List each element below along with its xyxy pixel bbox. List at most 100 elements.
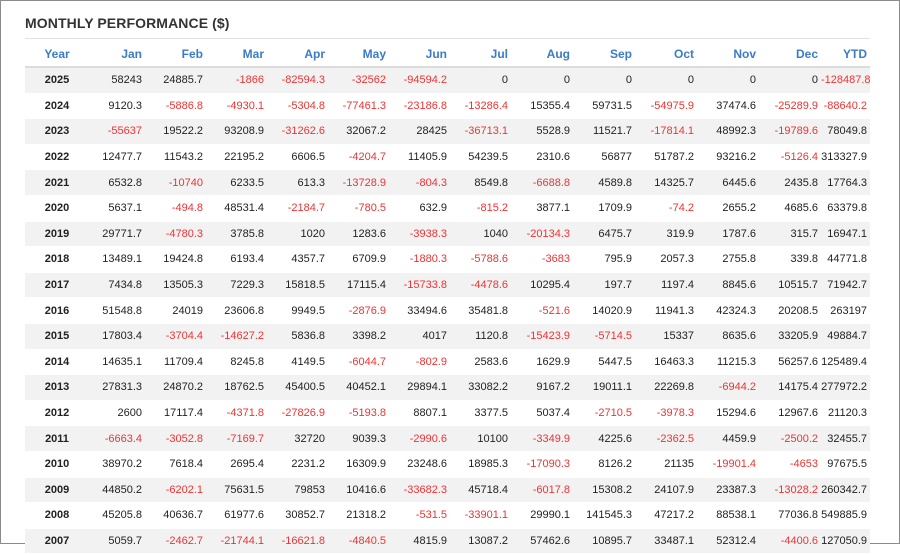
month-value-cell: 10416.6 bbox=[328, 477, 389, 504]
month-value-cell: 9039.3 bbox=[328, 425, 389, 452]
month-value-cell: -3683 bbox=[511, 246, 573, 273]
month-value-cell: 79853 bbox=[267, 477, 328, 504]
month-value-cell: -74.2 bbox=[635, 195, 697, 222]
month-value-cell: 11543.2 bbox=[145, 144, 206, 171]
table-row: 2010 38970.2 7618.4 2695.4 2231.2 16309.9 2324… bbox=[25, 451, 870, 478]
month-value-cell: 6445.6 bbox=[697, 169, 759, 196]
ytd-cell: 17764.3 bbox=[821, 169, 870, 196]
month-value-cell: -1866 bbox=[206, 67, 267, 94]
month-value-cell: -6663.4 bbox=[89, 425, 145, 452]
month-value-cell: 9167.2 bbox=[511, 374, 573, 401]
title-divider bbox=[25, 38, 870, 39]
column-header-year: Year bbox=[25, 41, 89, 68]
column-header-may: May bbox=[328, 41, 389, 68]
month-value-cell: -4400.6 bbox=[759, 528, 821, 554]
column-header-jun: Jun bbox=[389, 41, 450, 68]
month-value-cell: 12967.6 bbox=[759, 400, 821, 427]
month-value-cell: 33082.2 bbox=[450, 374, 511, 401]
month-value-cell: 19424.8 bbox=[145, 246, 206, 273]
month-value-cell: 632.9 bbox=[389, 195, 450, 222]
month-value-cell: -5193.8 bbox=[328, 400, 389, 427]
month-value-cell: 4459.9 bbox=[697, 425, 759, 452]
month-value-cell: 77036.8 bbox=[759, 502, 821, 529]
month-value-cell: -2500.2 bbox=[759, 425, 821, 452]
month-value-cell: 54239.5 bbox=[450, 144, 511, 171]
month-value-cell: 33494.6 bbox=[389, 297, 450, 324]
month-value-cell: 22269.8 bbox=[635, 374, 697, 401]
month-value-cell: 18985.3 bbox=[450, 451, 511, 478]
month-value-cell: 11709.4 bbox=[145, 349, 206, 376]
year-cell: 2018 bbox=[25, 246, 89, 273]
month-value-cell: 32067.2 bbox=[328, 118, 389, 145]
month-value-cell: 6193.4 bbox=[206, 246, 267, 273]
month-value-cell: -13028.2 bbox=[759, 477, 821, 504]
year-cell: 2022 bbox=[25, 144, 89, 171]
month-value-cell: 19011.1 bbox=[573, 374, 635, 401]
month-value-cell: 8845.6 bbox=[697, 272, 759, 299]
month-value-cell: 17117.4 bbox=[145, 400, 206, 427]
month-value-cell: -6044.7 bbox=[328, 349, 389, 376]
month-value-cell: -5126.4 bbox=[759, 144, 821, 171]
year-cell: 2008 bbox=[25, 502, 89, 529]
table-body: 2025 58243 24885.7 -1866 -82594.3 -32562 -9459… bbox=[25, 67, 871, 554]
month-value-cell: 51548.8 bbox=[89, 297, 145, 324]
month-value-cell: -21744.1 bbox=[206, 528, 267, 554]
ytd-cell: 78049.8 bbox=[821, 118, 870, 145]
month-value-cell: 0 bbox=[697, 67, 759, 94]
month-value-cell: 48992.3 bbox=[697, 118, 759, 145]
month-value-cell: -7169.7 bbox=[206, 425, 267, 452]
month-value-cell: 1283.6 bbox=[328, 221, 389, 248]
month-value-cell: 795.9 bbox=[573, 246, 635, 273]
month-value-cell: 21318.2 bbox=[328, 502, 389, 529]
month-value-cell: 5528.9 bbox=[511, 118, 573, 145]
ytd-cell: -128487.8 bbox=[821, 67, 871, 94]
month-value-cell: 1120.8 bbox=[450, 323, 511, 350]
month-value-cell: 88538.1 bbox=[697, 502, 759, 529]
month-value-cell: 48531.4 bbox=[206, 195, 267, 222]
table-row: 2019 29771.7 -4780.3 3785.8 1020 1283.6 -3938.… bbox=[25, 221, 870, 248]
month-value-cell: 23248.6 bbox=[389, 451, 450, 478]
ytd-cell: 313327.9 bbox=[821, 144, 870, 171]
month-value-cell: -3052.8 bbox=[145, 425, 206, 452]
month-value-cell: 5637.1 bbox=[89, 195, 145, 222]
month-value-cell: 29771.7 bbox=[89, 221, 145, 248]
month-value-cell: 45205.8 bbox=[89, 502, 145, 529]
month-value-cell: 15355.4 bbox=[511, 93, 573, 120]
month-value-cell: 2057.3 bbox=[635, 246, 697, 273]
year-cell: 2019 bbox=[25, 221, 89, 248]
month-value-cell: 319.9 bbox=[635, 221, 697, 248]
month-value-cell: 5836.8 bbox=[267, 323, 328, 350]
month-value-cell: -5304.8 bbox=[267, 93, 328, 120]
month-value-cell: -19789.6 bbox=[759, 118, 821, 145]
month-value-cell: 17803.4 bbox=[89, 323, 145, 350]
table-row: 2011 -6663.4 -3052.8 -7169.7 32720 9039.3 -299… bbox=[25, 425, 870, 452]
month-value-cell: 93216.2 bbox=[697, 144, 759, 171]
performance-panel: MONTHLY PERFORMANCE ($) Year Jan Feb Mar bbox=[0, 0, 900, 554]
header-row: Year Jan Feb Mar Apr May Jun Jul Aug Sep… bbox=[25, 41, 870, 68]
column-header-jan: Jan bbox=[89, 41, 145, 68]
month-value-cell: 42324.3 bbox=[697, 297, 759, 324]
month-value-cell: 6532.8 bbox=[89, 169, 145, 196]
ytd-cell: 263197 bbox=[821, 297, 870, 324]
table-row: 2017 7434.8 13505.3 7229.3 15818.5 17115.4 -15… bbox=[25, 272, 870, 299]
month-value-cell: 45400.5 bbox=[267, 374, 328, 401]
month-value-cell: 75631.5 bbox=[206, 477, 267, 504]
month-value-cell: 8635.6 bbox=[697, 323, 759, 350]
month-value-cell: 14635.1 bbox=[89, 349, 145, 376]
month-value-cell: 37474.6 bbox=[697, 93, 759, 120]
column-header-sep: Sep bbox=[573, 41, 635, 68]
month-value-cell: 2600 bbox=[89, 400, 145, 427]
month-value-cell: 30852.7 bbox=[267, 502, 328, 529]
month-value-cell: -77461.3 bbox=[328, 93, 389, 120]
year-cell: 2021 bbox=[25, 169, 89, 196]
month-value-cell: 59731.5 bbox=[573, 93, 635, 120]
month-value-cell: -32562 bbox=[328, 67, 389, 94]
month-value-cell: -54975.9 bbox=[635, 93, 697, 120]
month-value-cell: -6688.8 bbox=[511, 169, 573, 196]
month-value-cell: 51787.2 bbox=[635, 144, 697, 171]
month-value-cell: -15423.9 bbox=[511, 323, 573, 350]
year-cell: 2015 bbox=[25, 323, 89, 350]
month-value-cell: -6944.2 bbox=[697, 374, 759, 401]
month-value-cell: 17115.4 bbox=[328, 272, 389, 299]
month-value-cell: -10740 bbox=[145, 169, 206, 196]
